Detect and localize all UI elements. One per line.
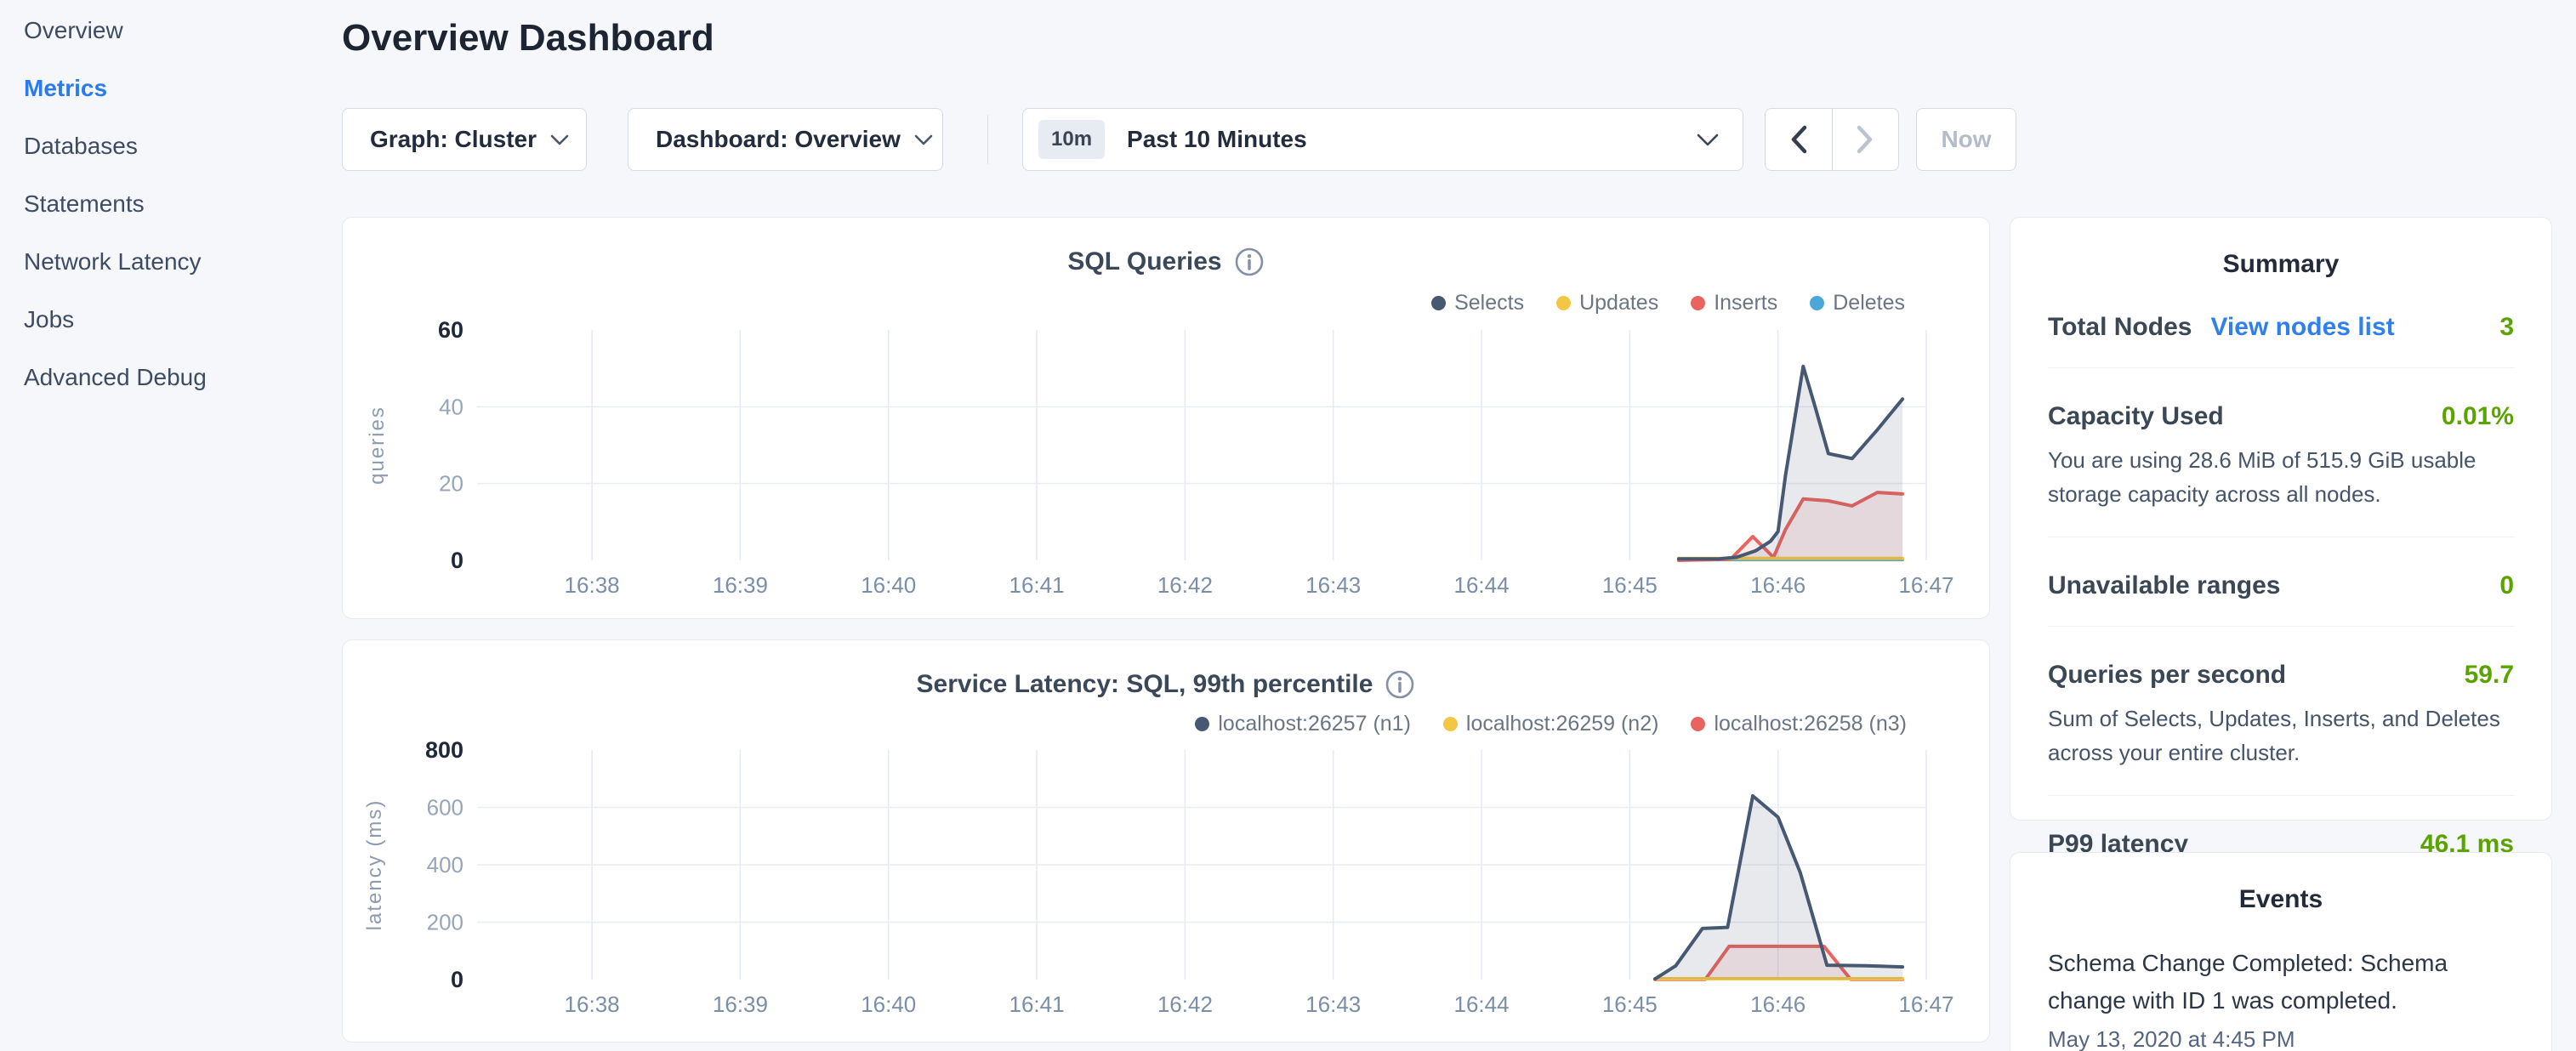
summary-row-capacity-used: Capacity Used 0.01% You are using 28.6 M… <box>2048 402 2514 511</box>
summary-row-queries-per-second: Queries per second 59.7 Sum of Selects, … <box>2048 661 2514 770</box>
x-tick-label: 16:41 <box>1009 991 1065 1017</box>
y-tick-label: 20 <box>439 471 463 497</box>
controls-bar: Graph: Cluster Dashboard: Overview 10m P… <box>342 108 2016 171</box>
chevron-down-icon <box>550 134 569 145</box>
x-tick-label: 16:45 <box>1602 991 1658 1017</box>
service-latency-chart-card: Service Latency: SQL, 99th percentile lo… <box>342 639 1990 1042</box>
x-tick-label: 16:46 <box>1750 572 1805 598</box>
dashboard-select[interactable]: Dashboard: Overview <box>628 108 943 171</box>
events-title: Events <box>2048 885 2514 914</box>
summary-divider <box>2048 367 2514 368</box>
page: Overview Metrics Databases Statements Ne… <box>0 0 2576 1051</box>
y-tick-label: 0 <box>451 967 463 992</box>
view-nodes-list-link[interactable]: View nodes list <box>2210 313 2394 342</box>
dashboard-select-label: Dashboard: Overview <box>656 126 901 153</box>
event-message: Schema Change Completed: Schema change w… <box>2048 945 2514 1020</box>
page-title: Overview Dashboard <box>342 17 714 60</box>
sidebar-item-databases[interactable]: Databases <box>0 117 340 175</box>
summary-value: 0.01% <box>2442 402 2514 431</box>
summary-divider <box>2048 795 2514 796</box>
now-button: Now <box>1916 108 2016 171</box>
chevron-down-icon <box>1697 134 1719 146</box>
y-tick-label: 400 <box>427 852 463 878</box>
summary-panel: Summary Total Nodes View nodes list 3 Ca… <box>2010 217 2552 821</box>
y-tick-label: 200 <box>427 910 463 935</box>
summary-value: 3 <box>2499 313 2514 342</box>
summary-title: Summary <box>2048 250 2514 279</box>
sql-queries-chart-card: SQL Queries SelectsUpdatesInsertsDeletes… <box>342 217 1990 619</box>
sidebar-item-overview[interactable]: Overview <box>0 2 340 60</box>
x-tick-label: 16:38 <box>565 572 620 598</box>
sidebar-item-jobs[interactable]: Jobs <box>0 291 340 349</box>
sql-queries-chart[interactable]: 16:38 16:39 16:40 16:41 16:42 16:43 16:44 16:45… <box>343 218 1989 618</box>
events-panel: Events Schema Change Completed: Schema c… <box>2010 852 2552 1051</box>
y-tick-label: 600 <box>427 795 463 821</box>
summary-value: 0 <box>2499 571 2514 600</box>
y-axis-label: latency (ms) <box>363 799 386 931</box>
y-tick-label: 60 <box>438 317 463 343</box>
chevron-down-icon <box>914 134 933 145</box>
y-tick-label: 0 <box>451 548 463 573</box>
x-tick-label: 16:42 <box>1157 572 1213 598</box>
summary-value: 59.7 <box>2465 661 2514 690</box>
x-tick-label: 16:47 <box>1898 572 1953 598</box>
event-timestamp: May 13, 2020 at 4:45 PM <box>2048 1026 2514 1051</box>
x-tick-label: 16:45 <box>1602 572 1658 598</box>
chevron-left-icon <box>1789 125 1808 154</box>
graph-select[interactable]: Graph: Cluster <box>342 108 587 171</box>
x-tick-label: 16:43 <box>1305 572 1361 598</box>
x-tick-label: 16:38 <box>565 991 620 1017</box>
controls-divider <box>987 115 988 164</box>
summary-description: You are using 28.6 MiB of 515.9 GiB usab… <box>2048 443 2514 511</box>
x-tick-label: 16:40 <box>861 572 916 598</box>
sidebar: Overview Metrics Databases Statements Ne… <box>0 2 340 406</box>
time-range-select[interactable]: 10m Past 10 Minutes <box>1022 108 1743 171</box>
x-tick-label: 16:40 <box>861 991 916 1017</box>
x-tick-label: 16:46 <box>1750 991 1805 1017</box>
summary-label: Capacity Used <box>2048 402 2224 431</box>
sidebar-item-network-latency[interactable]: Network Latency <box>0 233 340 291</box>
time-range-badge: 10m <box>1038 120 1105 159</box>
summary-divider <box>2048 626 2514 627</box>
service-latency-chart[interactable]: 16:38 16:39 16:40 16:41 16:42 16:43 16:44 16:45… <box>343 640 1989 1042</box>
graph-select-label: Graph: Cluster <box>370 126 537 153</box>
x-tick-label: 16:42 <box>1157 991 1213 1017</box>
y-tick-label: 800 <box>425 737 463 763</box>
series-area <box>1679 366 1902 560</box>
time-range-label: Past 10 Minutes <box>1127 126 1307 153</box>
summary-label: Unavailable ranges <box>2048 571 2280 600</box>
x-tick-label: 16:39 <box>713 572 768 598</box>
summary-row-total-nodes: Total Nodes View nodes list 3 <box>2048 313 2514 342</box>
x-tick-label: 16:47 <box>1898 991 1953 1017</box>
time-next-button <box>1833 109 1899 170</box>
summary-row-unavailable-ranges: Unavailable ranges 0 <box>2048 571 2514 600</box>
summary-label: Queries per second <box>2048 661 2286 690</box>
x-tick-label: 16:44 <box>1453 991 1509 1017</box>
summary-description: Sum of Selects, Updates, Inserts, and De… <box>2048 702 2514 770</box>
sidebar-item-statements[interactable]: Statements <box>0 175 340 233</box>
y-tick-label: 40 <box>439 394 463 419</box>
y-axis-label: queries <box>366 406 389 485</box>
x-tick-label: 16:43 <box>1305 991 1361 1017</box>
chevron-right-icon <box>1856 125 1874 154</box>
time-prev-button[interactable] <box>1766 109 1832 170</box>
x-tick-label: 16:44 <box>1453 572 1509 598</box>
time-pager <box>1765 108 1899 171</box>
x-tick-label: 16:41 <box>1009 572 1065 598</box>
summary-label: Total Nodes <box>2048 313 2192 342</box>
x-tick-label: 16:39 <box>713 991 768 1017</box>
sidebar-item-metrics[interactable]: Metrics <box>0 60 340 117</box>
sidebar-item-advanced-debug[interactable]: Advanced Debug <box>0 349 340 406</box>
